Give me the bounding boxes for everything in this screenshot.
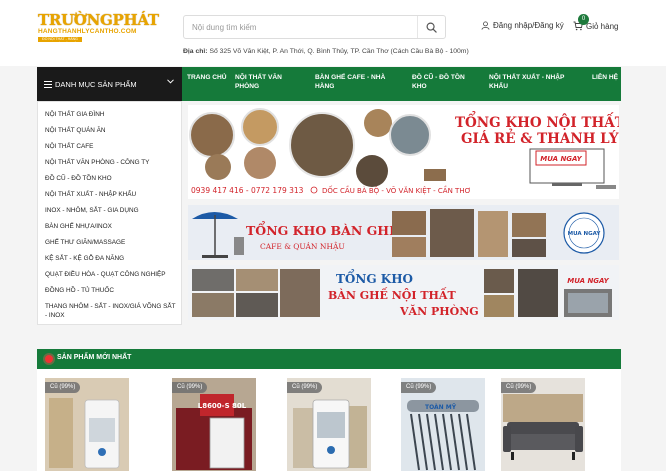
category-menu-label: DANH MỤC SẢN PHẨM <box>55 79 137 89</box>
product-card[interactable]: Cũ (99%) <box>501 378 585 471</box>
nav-item-cafe-furniture[interactable]: BÀN GHẾ CAFE - NHÀ HÀNG <box>315 73 403 91</box>
banner1-address: DỐC CẦU BÀ BỘ - VÕ VĂN KIỆT - CẦN THƠ <box>322 185 471 195</box>
banner1-buy-button: MUA NGAY <box>540 155 582 163</box>
product-grid: Cũ (99%) L8600-S 80L Cũ (99%) Cũ (99%) T… <box>37 369 621 471</box>
banner-furniture-clearance[interactable]: TỔNG KHO NỘI THẤT GIÁ RẺ & THANH LÝ MUA … <box>188 105 619 199</box>
banner1-title-line1: TỔNG KHO NỘI THẤT <box>455 112 619 131</box>
product-condition-badge: Cũ (99%) <box>45 382 81 393</box>
search-icon <box>426 22 437 33</box>
sidebar-item-inox-household[interactable]: INOX - NHÔM, SẮT - GIA DỤNG <box>45 206 177 215</box>
sidebar-item-office[interactable]: NỘI THẤT VĂN PHÒNG - CÔNG TY <box>45 158 177 167</box>
sidebar-item-plastic-inox-tables[interactable]: BÀN GHẾ NHỰA/INOX <box>45 222 177 231</box>
cart-count-badge: 0 <box>578 14 589 25</box>
site-logo[interactable]: TRƯỜNGPHÁT HANGTHANHLYCANTHO.COM ĐỒ NỘI … <box>38 11 159 46</box>
page: TRƯỜNGPHÁT HANGTHANHLYCANTHO.COM ĐỒ NỘI … <box>0 0 666 471</box>
category-menu-toggle[interactable]: DANH MỤC SẢN PHẨM <box>37 67 182 101</box>
sidebar-item-ladders[interactable]: THANG NHÔM - SẮT - INOX/GIÁ VÕNG SẮT - I… <box>45 302 177 320</box>
banner2-badge: MUA NGAY <box>568 231 602 237</box>
banner3-buy-button: MUA NGAY <box>567 277 609 285</box>
product-brand-label: TOÀN MỸ <box>425 404 457 411</box>
user-icon <box>481 21 490 30</box>
banner-cafe-tables[interactable]: TỔNG KHO BÀN GHẾ CAFE & QUÁN NHẬU MUA NG… <box>188 205 619 260</box>
sidebar-item-cafe[interactable]: NỘI THẤT CAFE <box>45 142 177 151</box>
nav-item-used-stock[interactable]: ĐỒ CŨ - ĐỒ TỒN KHO <box>412 73 478 91</box>
store-address: Địa chỉ: Số 325 Võ Văn Kiệt, P. An Thới,… <box>183 48 469 55</box>
product-card[interactable]: Cũ (99%) <box>45 378 129 471</box>
product-condition-badge: Cũ (99%) <box>172 382 208 393</box>
category-sidebar: NỘI THẤT GIA ĐÌNH NỘI THẤT QUÁN ĂN NỘI T… <box>37 101 182 325</box>
banner-furniture-clearance-graphic: TỔNG KHO NỘI THẤT GIÁ RẺ & THANH LÝ MUA … <box>188 105 619 199</box>
product-condition-badge: Cũ (99%) <box>287 382 323 393</box>
banner2-subtitle: CAFE & QUÁN NHẬU <box>260 242 345 251</box>
login-register-link[interactable]: Đăng nhập/Đăng ký <box>481 21 564 30</box>
search-button[interactable] <box>417 16 445 38</box>
banner2-title: TỔNG KHO BÀN GHẾ <box>246 220 399 238</box>
sidebar-item-import-export[interactable]: NỘI THẤT XUẤT - NHẬP KHẨU <box>45 190 177 199</box>
sidebar-item-restaurant[interactable]: NỘI THẤT QUÁN ĂN <box>45 126 177 135</box>
banner-cafe-tables-graphic: TỔNG KHO BÀN GHẾ CAFE & QUÁN NHẬU MUA NG… <box>188 205 619 260</box>
search-box <box>183 15 446 39</box>
sidebar-item-shelves[interactable]: KỆ SẮT - KỆ GỖ ĐA NĂNG <box>45 254 177 263</box>
sidebar-item-massage-chairs[interactable]: GHẾ THƯ GIÃN/MASSAGE <box>45 238 177 247</box>
product-card[interactable]: L8600-S 80L Cũ (99%) <box>172 378 256 471</box>
banner1-title-line2: GIÁ RẺ & THANH LÝ <box>461 129 619 147</box>
banner1-phone: 0939 417 416 - 0772 179 313 <box>191 186 304 195</box>
nav-item-home[interactable]: TRANG CHỦ <box>187 73 227 82</box>
address-label: Địa chỉ: <box>183 48 208 55</box>
banner-office-furniture[interactable]: TỔNG KHO BÀN GHẾ NỘI THẤT VĂN PHÒNG MUA … <box>188 265 619 320</box>
chevron-down-icon <box>167 79 174 84</box>
cart-link[interactable]: 0 Giỏ hàng <box>573 14 619 31</box>
logo-main-text: TRƯỜNGPHÁT <box>38 11 159 29</box>
sidebar-item-home-furniture[interactable]: NỘI THẤT GIA ĐÌNH <box>45 110 177 119</box>
login-label: Đăng nhập/Đăng ký <box>493 21 564 30</box>
product-card[interactable]: Cũ (99%) <box>287 378 371 471</box>
product-box-label: L8600-S 80L <box>198 402 247 410</box>
banner3-title-line3: VĂN PHÒNG <box>399 304 479 318</box>
newest-products-header: SẢN PHẨM MỚI NHẤT <box>37 349 621 369</box>
section-title: SẢN PHẨM MỚI NHẤT <box>57 354 132 361</box>
nav-item-import-export[interactable]: NỘI THẤT XUẤT - NHẬP KHẨU <box>489 73 575 91</box>
product-condition-badge: Cũ (99%) <box>501 382 537 393</box>
banner-office-furniture-graphic: TỔNG KHO BÀN GHẾ NỘI THẤT VĂN PHÒNG MUA … <box>188 265 619 320</box>
hamburger-icon <box>44 80 52 88</box>
logo-tagline: ĐỒ NỘI THẤT - HÀNG THANH LÝ - TÂN CŨ <box>38 37 82 46</box>
search-input[interactable] <box>184 16 416 38</box>
live-dot-icon <box>45 355 53 363</box>
logo-domain-text: HANGTHANHLYCANTHO.COM <box>38 28 137 35</box>
nav-item-contact[interactable]: LIÊN HỆ <box>592 73 618 82</box>
sidebar-item-used-stock[interactable]: ĐỒ CŨ - ĐỒ TỒN KHO <box>45 174 177 183</box>
product-condition-badge: Cũ (99%) <box>401 382 437 393</box>
product-card[interactable]: TOÀN MỸ Cũ (99%) <box>401 378 485 471</box>
address-value: Số 325 Võ Văn Kiệt, P. An Thới, Q. Bình … <box>209 48 469 55</box>
banner3-title-line2: BÀN GHẾ NỘI THẤT <box>328 287 456 302</box>
sidebar-item-fans[interactable]: QUẠT ĐIỀU HÒA - QUẠT CÔNG NGHIỆP <box>45 270 177 279</box>
cart-label: Giỏ hàng <box>586 21 619 31</box>
site-header: TRƯỜNGPHÁT HANGTHANHLYCANTHO.COM ĐỒ NỘI … <box>0 0 666 66</box>
sidebar-item-clocks-cabinets[interactable]: ĐỒNG HỒ - TỦ THUỐC <box>45 286 177 295</box>
nav-item-office-furniture[interactable]: NỘI THẤT VĂN PHÒNG <box>235 73 307 91</box>
main-nav: DANH MỤC SẢN PHẨM TRANG CHỦ NỘI THẤT VĂN… <box>37 67 621 101</box>
